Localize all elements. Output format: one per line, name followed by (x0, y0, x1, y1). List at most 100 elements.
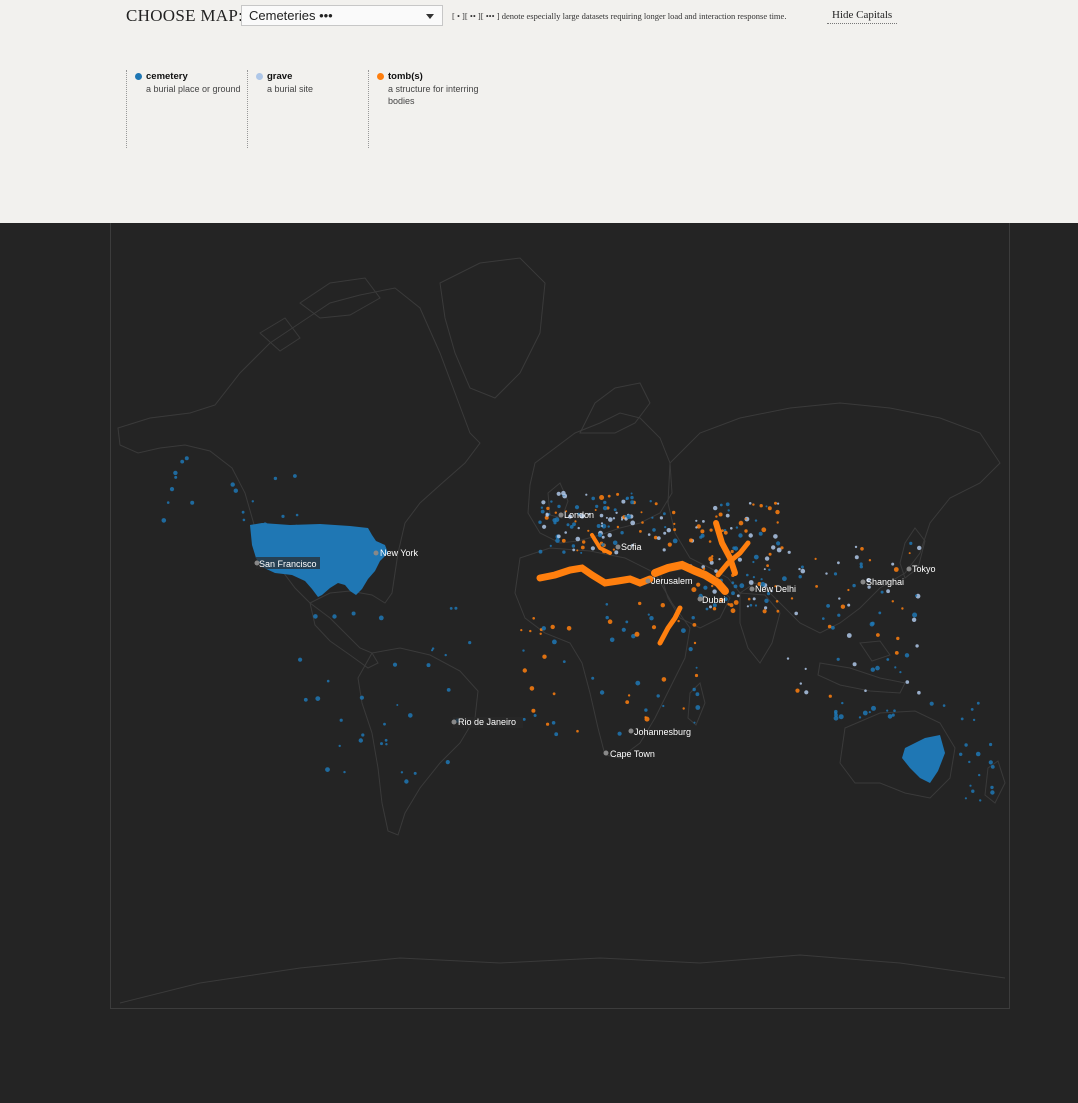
data-point[interactable] (591, 676, 595, 680)
data-point[interactable] (758, 531, 763, 536)
data-point[interactable] (893, 709, 896, 712)
data-point[interactable] (552, 692, 556, 696)
data-point[interactable] (361, 733, 365, 737)
data-point[interactable] (616, 492, 620, 496)
data-point[interactable] (552, 639, 557, 645)
data-point[interactable] (576, 549, 579, 552)
data-point[interactable] (713, 505, 718, 511)
data-point[interactable] (871, 705, 876, 711)
data-point[interactable] (705, 607, 709, 611)
data-point[interactable] (860, 547, 864, 551)
data-point[interactable] (901, 607, 904, 610)
data-point[interactable] (899, 671, 902, 674)
data-point[interactable] (556, 534, 561, 539)
data-point[interactable] (681, 628, 686, 633)
data-point[interactable] (601, 543, 605, 547)
data-point[interactable] (875, 665, 880, 671)
data-point[interactable] (660, 603, 665, 608)
data-point[interactable] (834, 709, 838, 714)
data-point[interactable] (822, 617, 825, 620)
data-point[interactable] (595, 504, 599, 508)
data-point[interactable] (351, 611, 356, 616)
data-point[interactable] (731, 581, 735, 585)
data-point[interactable] (343, 770, 346, 774)
city-london[interactable]: London (558, 510, 595, 520)
legend-item-cemetery[interactable]: cemetery a burial place or ground (126, 70, 244, 148)
city-cape-town[interactable]: Cape Town (603, 749, 655, 759)
data-point[interactable] (540, 509, 545, 514)
data-point[interactable] (748, 502, 752, 505)
data-point[interactable] (815, 585, 818, 588)
data-point[interactable] (692, 687, 696, 692)
data-point[interactable] (828, 694, 832, 698)
data-point[interactable] (696, 582, 701, 587)
data-point[interactable] (444, 653, 447, 657)
data-point[interactable] (605, 516, 608, 519)
data-point[interactable] (522, 649, 525, 652)
data-point[interactable] (723, 530, 728, 535)
data-point[interactable] (520, 629, 523, 632)
data-point[interactable] (612, 517, 616, 520)
data-point[interactable] (780, 546, 784, 550)
data-point[interactable] (886, 658, 890, 661)
data-point[interactable] (647, 613, 650, 616)
city-new-york[interactable]: New York (373, 548, 419, 558)
data-point[interactable] (468, 641, 472, 645)
data-point[interactable] (445, 760, 450, 765)
data-point[interactable] (729, 603, 734, 608)
data-point[interactable] (562, 550, 566, 554)
data-point[interactable] (887, 714, 893, 719)
data-point[interactable] (976, 701, 980, 705)
data-point[interactable] (693, 721, 696, 724)
data-point[interactable] (744, 529, 748, 533)
data-point[interactable] (794, 611, 798, 616)
data-point[interactable] (638, 601, 642, 606)
data-point[interactable] (538, 549, 543, 554)
data-point[interactable] (644, 708, 648, 712)
data-point[interactable] (744, 517, 747, 520)
data-point[interactable] (313, 614, 318, 619)
data-point[interactable] (753, 554, 759, 560)
data-point[interactable] (727, 509, 730, 512)
data-point[interactable] (761, 527, 767, 533)
data-point[interactable] (904, 653, 910, 658)
data-point[interactable] (630, 492, 633, 495)
data-point[interactable] (752, 597, 756, 601)
data-point[interactable] (752, 576, 756, 579)
data-point[interactable] (233, 488, 238, 493)
data-point[interactable] (960, 717, 964, 721)
data-point[interactable] (908, 552, 911, 555)
data-point[interactable] (718, 558, 721, 561)
data-point[interactable] (656, 694, 660, 698)
data-point[interactable] (912, 612, 918, 618)
data-point[interactable] (725, 513, 730, 518)
data-point[interactable] (766, 564, 769, 567)
data-point[interactable] (625, 700, 630, 704)
data-point[interactable] (617, 731, 622, 736)
data-point[interactable] (858, 716, 862, 719)
data-point[interactable] (773, 534, 778, 539)
data-point[interactable] (546, 722, 550, 726)
data-point[interactable] (596, 524, 601, 528)
data-point[interactable] (759, 504, 763, 508)
data-point[interactable] (776, 541, 781, 546)
data-point[interactable] (695, 526, 698, 529)
data-point[interactable] (725, 502, 730, 507)
data-point[interactable] (754, 604, 758, 607)
data-point[interactable] (339, 718, 343, 722)
data-point[interactable] (787, 550, 791, 554)
data-point[interactable] (689, 538, 693, 543)
data-point[interactable] (649, 616, 654, 621)
data-point[interactable] (718, 512, 723, 517)
data-point[interactable] (831, 625, 835, 630)
data-point[interactable] (614, 550, 619, 555)
data-point[interactable] (607, 533, 612, 538)
data-point[interactable] (864, 689, 867, 692)
data-point[interactable] (692, 623, 697, 627)
data-point[interactable] (833, 572, 838, 576)
data-point[interactable] (760, 578, 763, 581)
data-point[interactable] (800, 565, 804, 569)
data-point[interactable] (896, 636, 900, 641)
data-point[interactable] (538, 520, 542, 524)
data-point[interactable] (731, 591, 735, 596)
